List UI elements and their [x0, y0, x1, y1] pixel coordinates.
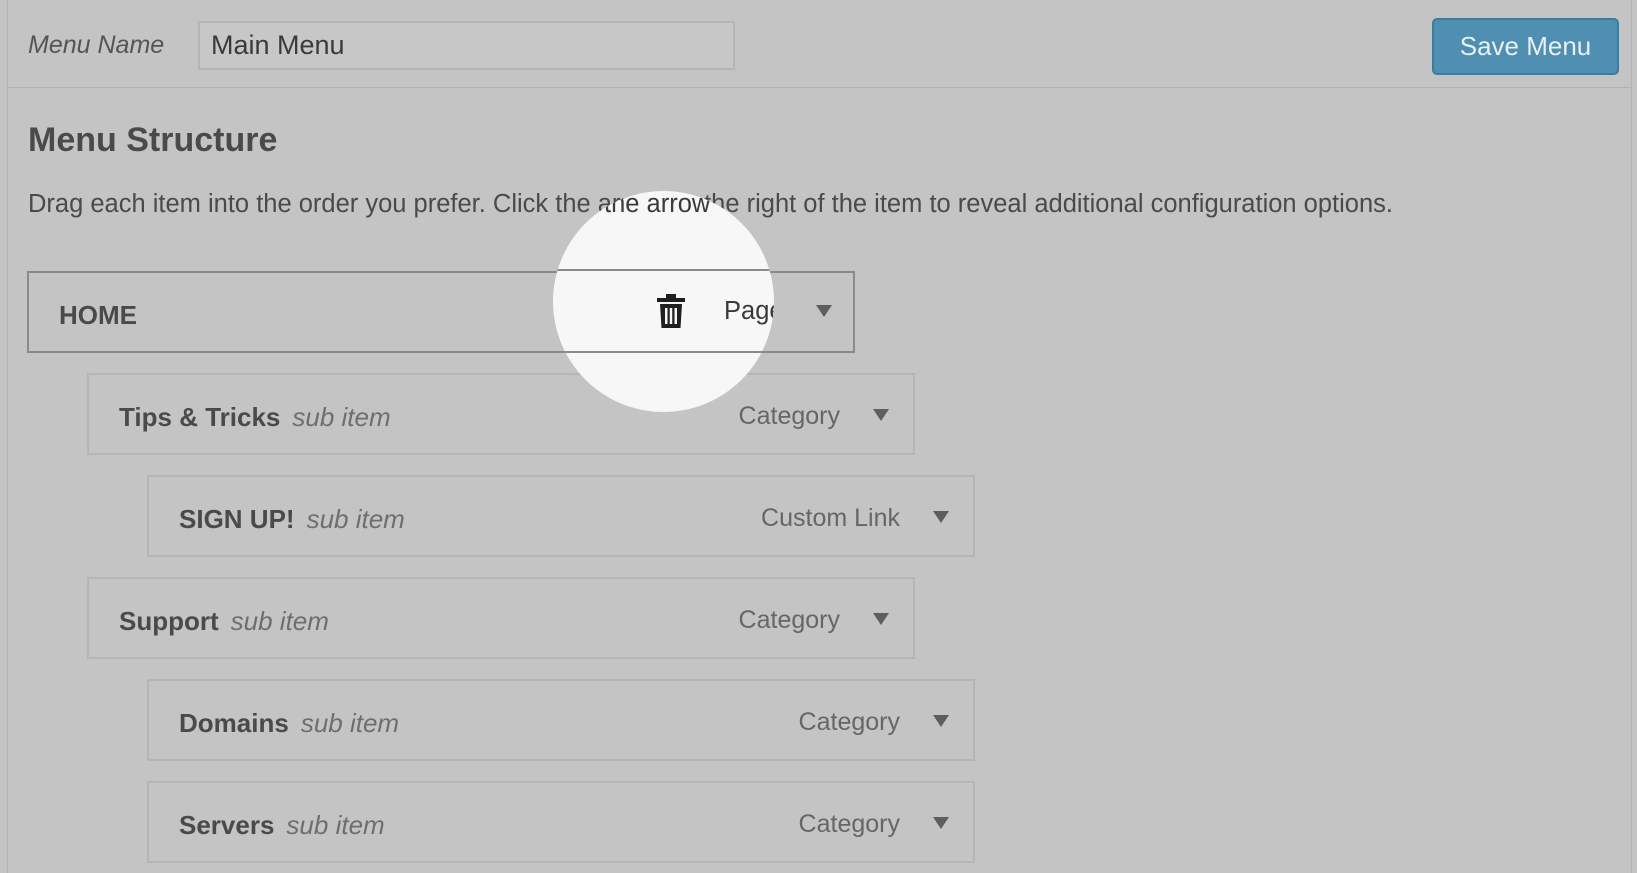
- menu-editor-panel: Menu Name Save Menu Menu Structure Drag …: [7, 0, 1632, 873]
- item-border-bottom: [553, 351, 774, 353]
- menu-item-subtitle: sub item: [292, 402, 391, 432]
- save-menu-button[interactable]: Save Menu: [1432, 18, 1619, 75]
- menu-item-type: Category: [798, 708, 900, 736]
- menu-header: Menu Name Save Menu: [8, 0, 1631, 88]
- spotlight-highlight: the arrow Page: [553, 191, 774, 412]
- menu-item-servers[interactable]: Servers sub item Category: [147, 781, 975, 863]
- menu-item-support[interactable]: Support sub item Category: [87, 577, 915, 659]
- triangle-down-icon[interactable]: [873, 409, 889, 421]
- menu-item-title: SIGN UP! sub item: [179, 504, 405, 534]
- menu-item-subtitle: sub item: [306, 504, 405, 534]
- menu-item-title: HOME: [59, 300, 137, 330]
- menu-name-label: Menu Name: [28, 31, 165, 59]
- triangle-down-icon[interactable]: [816, 305, 832, 317]
- menu-item-subtitle: sub item: [230, 606, 329, 636]
- menu-item-title: Domains sub item: [179, 708, 400, 738]
- menu-name-input[interactable]: [198, 21, 735, 70]
- menu-item-type: Category: [798, 810, 900, 838]
- item-border-top: [553, 269, 774, 271]
- menu-item-title: Servers sub item: [179, 810, 385, 840]
- menu-item-type: Page: [724, 297, 774, 325]
- triangle-down-icon[interactable]: [873, 613, 889, 625]
- menu-item-type: Category: [738, 606, 840, 634]
- triangle-down-icon[interactable]: [933, 715, 949, 727]
- menu-item-subtitle: sub item: [286, 810, 385, 840]
- menu-item-title: Tips & Tricks sub item: [119, 402, 391, 432]
- menu-item-type: Custom Link: [761, 504, 900, 532]
- menu-item-domains[interactable]: Domains sub item Category: [147, 679, 975, 761]
- triangle-down-icon[interactable]: [933, 511, 949, 523]
- menu-item-type: Category: [738, 402, 840, 430]
- section-title: Menu Structure: [28, 121, 278, 159]
- menu-item-title: Support sub item: [119, 606, 329, 636]
- instructions-highlight-text: the arrow: [604, 191, 711, 218]
- menu-item-tips-tricks[interactable]: Tips & Tricks sub item Category: [87, 373, 915, 455]
- trash-icon[interactable]: [657, 294, 685, 328]
- menu-item-subtitle: sub item: [300, 708, 400, 738]
- menu-item-sign-up[interactable]: SIGN UP! sub item Custom Link: [147, 475, 975, 557]
- triangle-down-icon[interactable]: [933, 817, 949, 829]
